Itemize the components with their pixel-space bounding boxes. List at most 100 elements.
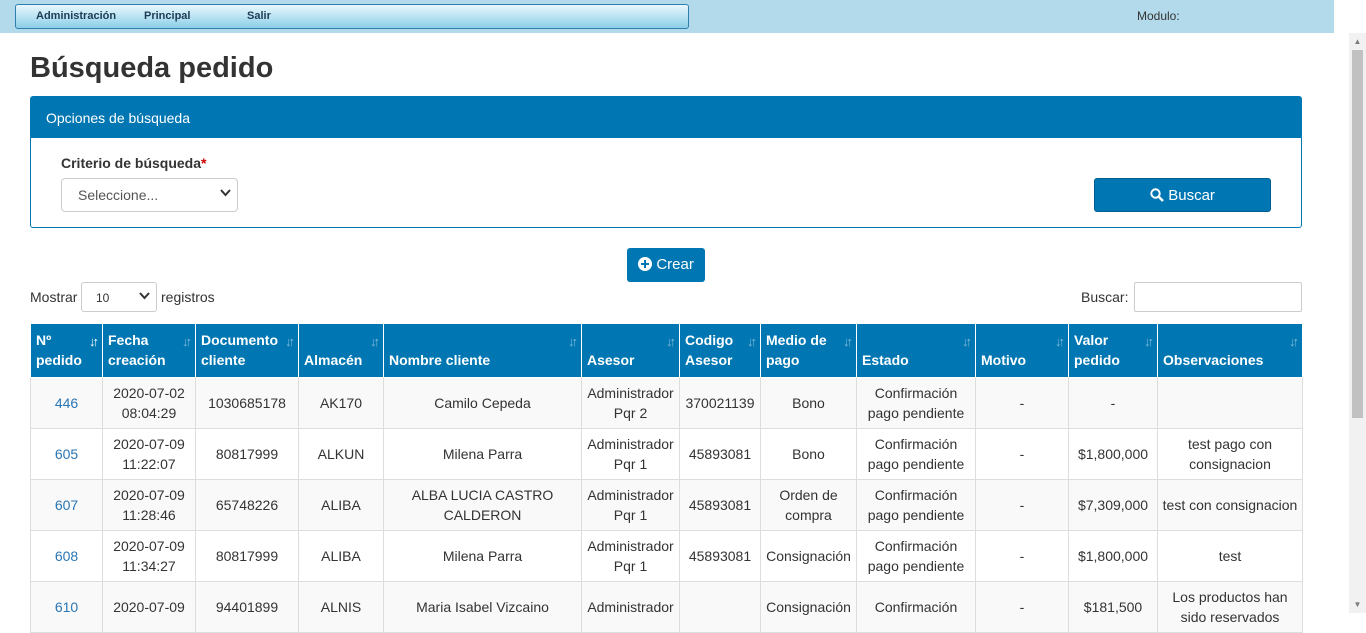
- cell-nombre-cliente: ALBA LUCIA CASTRO CALDERON: [383, 479, 582, 531]
- page-length-value: 10: [96, 291, 110, 305]
- criterio-select[interactable]: Seleccione...: [61, 178, 238, 212]
- table-row: 607 2020-07-09 11:28:46 65748226 ALIBA ALBA …: [30, 479, 1303, 531]
- cell-motivo: -: [975, 479, 1069, 531]
- column-header-label: Motivo: [981, 352, 1027, 368]
- buscar-button-label: Buscar: [1168, 187, 1215, 204]
- registros-label: registros: [161, 289, 215, 305]
- column-header-codigo-asesor[interactable]: Codigo Asesor ↓↑: [679, 323, 761, 378]
- cell-almacen: ALIBA: [298, 530, 384, 582]
- column-header-valor-pedido[interactable]: Valor pedido ↓↑: [1068, 323, 1158, 378]
- sort-icon: ↓↑: [1144, 334, 1154, 349]
- column-header-label: Asesor: [587, 352, 635, 368]
- cell-valor-pedido: -: [1068, 377, 1158, 429]
- column-header-asesor[interactable]: Asesor ↓↑: [581, 323, 680, 378]
- cell-medio-de-pago: Bono: [760, 377, 857, 429]
- cell-documento-cliente: 65748226: [195, 479, 299, 531]
- cell-valor-pedido: $1,800,000: [1068, 530, 1158, 582]
- cell-fecha-creacion: 2020-07-09: [102, 581, 196, 633]
- pedido-link[interactable]: 607: [55, 497, 78, 513]
- column-header-fecha-creacion[interactable]: Fecha creación ↓↑: [102, 323, 196, 378]
- cell-asesor: Administrador: [581, 581, 680, 633]
- pedido-link[interactable]: 446: [55, 395, 78, 411]
- cell-asesor: Administrador Pqr 1: [581, 530, 680, 582]
- cell-codigo-asesor: 45893081: [679, 479, 761, 531]
- column-header-label: Almacén: [304, 352, 363, 368]
- cell-motivo: -: [975, 581, 1069, 633]
- cell-n-pedido: 446: [30, 377, 103, 429]
- sort-icon: ↓↑: [747, 334, 757, 349]
- column-header-almacen[interactable]: Almacén ↓↑: [298, 323, 384, 378]
- buscar-button[interactable]: Buscar: [1094, 178, 1271, 212]
- cell-observaciones: test pago con consignacion: [1157, 428, 1303, 480]
- cell-almacen: ALIBA: [298, 479, 384, 531]
- cell-asesor: Administrador Pqr 1: [581, 428, 680, 480]
- page-scrollbar[interactable]: ▲ ▼: [1349, 33, 1366, 613]
- cell-fecha-creacion: 2020-07-09 11:22:07: [102, 428, 196, 480]
- column-header-label: Documento cliente: [201, 332, 278, 368]
- column-header-label: Nº pedido: [36, 332, 82, 368]
- column-header-nombre-cliente[interactable]: Nombre cliente ↓↑: [383, 323, 582, 378]
- mostrar-label: Mostrar: [30, 289, 78, 305]
- cell-estado: Confirmación pago pendiente: [856, 530, 976, 582]
- table-search-input[interactable]: [1134, 282, 1302, 312]
- criterio-label: Criterio de búsqueda*: [61, 155, 206, 171]
- cell-documento-cliente: 94401899: [195, 581, 299, 633]
- column-header-label: Estado: [862, 352, 909, 368]
- cell-almacen: ALKUN: [298, 428, 384, 480]
- cell-estado: Confirmación: [856, 581, 976, 633]
- column-header-motivo[interactable]: Motivo ↓↑: [975, 323, 1069, 378]
- pedido-link[interactable]: 605: [55, 446, 78, 462]
- menu-item-salir[interactable]: Salir: [247, 10, 271, 22]
- scroll-up-arrow-icon[interactable]: ▲: [1349, 33, 1366, 50]
- column-header-observaciones[interactable]: Observaciones ↓↑: [1157, 323, 1303, 378]
- cell-asesor: Administrador Pqr 1: [581, 479, 680, 531]
- page-length-select[interactable]: 10: [81, 282, 157, 312]
- required-mark: *: [201, 155, 207, 171]
- sort-icon: ↓↑: [1289, 334, 1299, 349]
- criterio-select-value: Seleccione...: [78, 187, 159, 203]
- cell-nombre-cliente: Maria Isabel Vizcaino: [383, 581, 582, 633]
- cell-motivo: -: [975, 377, 1069, 429]
- cell-documento-cliente: 1030685178: [195, 377, 299, 429]
- menu-item-administracion[interactable]: Administración: [36, 10, 116, 22]
- chevron-down-icon: [139, 291, 150, 303]
- modulo-label: Modulo:: [1137, 9, 1180, 23]
- column-header-documento-cliente[interactable]: Documento cliente ↓↑: [195, 323, 299, 378]
- menu-item-principal[interactable]: Principal: [144, 10, 190, 22]
- cell-codigo-asesor: 370021139: [679, 377, 761, 429]
- column-header-n-pedido[interactable]: Nº pedido ↓↑: [30, 323, 103, 378]
- pedido-link[interactable]: 608: [55, 548, 78, 564]
- cell-documento-cliente: 80817999: [195, 530, 299, 582]
- table-search-label: Buscar:: [1081, 289, 1129, 305]
- cell-asesor: Administrador Pqr 2: [581, 377, 680, 429]
- table-row: 610 2020-07-09 94401899 ALNIS Maria Isabel V…: [30, 581, 1303, 633]
- column-header-label: Valor pedido: [1074, 332, 1120, 368]
- sort-icon: ↓↑: [370, 334, 380, 349]
- cell-fecha-creacion: 2020-07-09 11:34:27: [102, 530, 196, 582]
- cell-n-pedido: 605: [30, 428, 103, 480]
- cell-medio-de-pago: Bono: [760, 428, 857, 480]
- cell-motivo: -: [975, 530, 1069, 582]
- scroll-thumb[interactable]: [1352, 50, 1363, 418]
- cell-fecha-creacion: 2020-07-09 11:28:46: [102, 479, 196, 531]
- chevron-down-icon: [220, 188, 231, 200]
- cell-observaciones: Los productos han sido reservados: [1157, 581, 1303, 633]
- sort-icon: ↓↑: [962, 334, 972, 349]
- cell-almacen: AK170: [298, 377, 384, 429]
- cell-valor-pedido: $7,309,000: [1068, 479, 1158, 531]
- column-header-medio-de-pago[interactable]: Medio de pago ↓↑: [760, 323, 857, 378]
- cell-observaciones: test: [1157, 530, 1303, 582]
- scroll-down-arrow-icon[interactable]: ▼: [1349, 596, 1366, 613]
- cell-nombre-cliente: Milena Parra: [383, 428, 582, 480]
- column-header-label: Nombre cliente: [389, 352, 491, 368]
- pedidos-table: Nº pedido ↓↑ Fecha creación ↓↑ Documento cli…: [30, 323, 1303, 633]
- cell-nombre-cliente: Camilo Cepeda: [383, 377, 582, 429]
- cell-estado: Confirmación pago pendiente: [856, 428, 976, 480]
- table-row: 608 2020-07-09 11:34:27 80817999 ALIBA Milen…: [30, 530, 1303, 582]
- sort-icon: ↓↑: [1055, 334, 1065, 349]
- column-header-estado[interactable]: Estado ↓↑: [856, 323, 976, 378]
- cell-motivo: -: [975, 428, 1069, 480]
- crear-button[interactable]: Crear: [627, 248, 705, 282]
- table-body: 446 2020-07-02 08:04:29 1030685178 AK170 Cam…: [30, 377, 1303, 633]
- top-bar: Administración Principal Salir Modulo:: [0, 0, 1334, 33]
